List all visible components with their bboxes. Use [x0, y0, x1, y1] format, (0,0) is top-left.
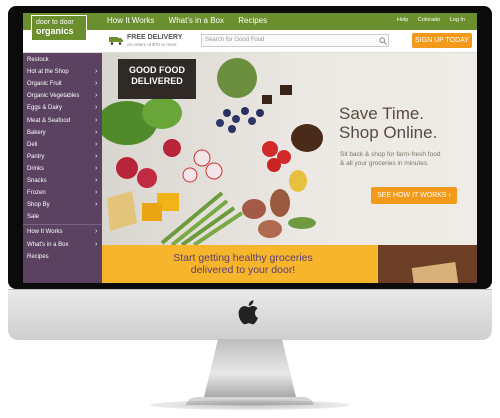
- nav-whats-in-a-box[interactable]: What's in a Box: [169, 16, 224, 25]
- sidebar-item[interactable]: Hot at the Shop: [27, 69, 69, 75]
- chevron-right-icon: ›: [95, 177, 98, 184]
- promo-text: Start getting healthy groceries delivere…: [123, 252, 363, 276]
- chevron-right-icon: ›: [95, 152, 98, 160]
- chevron-right-icon: ›: [95, 201, 98, 209]
- hero-title-line2: Shop Online.: [339, 123, 438, 142]
- chevron-right-icon: ›: [95, 104, 98, 112]
- sidebar-item[interactable]: What's in a Box: [27, 242, 69, 248]
- free-delivery-title: FREE DELIVERY: [127, 34, 183, 41]
- search-icon[interactable]: [379, 37, 387, 45]
- sidebar-divider: [23, 224, 102, 226]
- chevron-right-icon: ›: [95, 128, 98, 136]
- sidebar-item[interactable]: Eggs & Dairy: [27, 105, 62, 111]
- nav-how-it-works[interactable]: How It Works: [107, 16, 154, 25]
- chevron-right-icon: ›: [95, 164, 98, 172]
- hero-subtitle: Sit back & shop for farm-fresh food & al…: [340, 150, 470, 168]
- chevron-right-icon: ›: [95, 116, 98, 124]
- monitor-stand: [186, 339, 314, 405]
- promo-line1: Start getting healthy groceries: [173, 252, 313, 264]
- sidebar-item[interactable]: Bakery: [27, 130, 46, 136]
- hero-title: Save Time. Shop Online.: [339, 104, 437, 142]
- category-sidebar: Restock Hot at the Shop › Organic Fruit › Org…: [23, 53, 102, 283]
- sidebar-item[interactable]: How It Works: [27, 229, 63, 235]
- sidebar-item[interactable]: Restock: [27, 57, 49, 63]
- hero-sub-line1: Sit back & shop for farm-fresh food: [340, 151, 441, 158]
- logo-line2: organics: [36, 26, 74, 36]
- chevron-right-icon: ›: [95, 92, 98, 100]
- nav-recipes[interactable]: Recipes: [238, 16, 267, 25]
- good-food-delivered-badge: GOOD FOOD DELIVERED: [118, 59, 196, 99]
- region-selector[interactable]: Colorado: [418, 17, 440, 23]
- hero-sub-line2: & all your groceries in minutes.: [340, 160, 429, 167]
- see-how-it-works-button[interactable]: SEE HOW IT WORKS ›: [371, 187, 457, 204]
- sidebar-item[interactable]: Recipes: [27, 254, 49, 260]
- chevron-right-icon: ›: [95, 189, 98, 197]
- sidebar-item[interactable]: Organic Fruit: [27, 81, 62, 87]
- top-nav-links: How It Works What's in a Box Recipes: [107, 16, 279, 25]
- sidebar-item[interactable]: Sale: [27, 214, 39, 220]
- stand-shadow: [150, 400, 350, 410]
- chevron-right-icon: ›: [95, 80, 98, 88]
- help-link[interactable]: Help: [397, 17, 408, 23]
- promo-line2: delivered to your door!: [190, 264, 296, 276]
- search-input[interactable]: Search for Good Food: [201, 34, 389, 47]
- free-delivery-subtitle: on orders of $70 or more: [127, 42, 177, 47]
- sidebar-item[interactable]: Organic Vegetables: [27, 93, 79, 99]
- badge-line2: DELIVERED: [131, 76, 183, 86]
- sidebar-item[interactable]: Frozen: [27, 190, 46, 196]
- sidebar-item[interactable]: Meat & Seafood: [27, 118, 70, 124]
- sidebar-item[interactable]: Deli: [27, 142, 37, 148]
- badge-line1: GOOD FOOD: [129, 65, 185, 75]
- sign-up-button[interactable]: SIGN UP TODAY: [412, 33, 472, 48]
- chevron-right-icon: ›: [95, 68, 98, 76]
- see-how-label: SEE HOW IT WORKS: [377, 192, 447, 199]
- top-right-links: Help Colorado Log In: [389, 17, 465, 23]
- login-link[interactable]: Log In: [450, 17, 465, 23]
- chevron-right-icon: ›: [95, 140, 98, 148]
- chevron-right-icon: ›: [95, 228, 98, 236]
- site-logo[interactable]: door to door organics: [31, 15, 87, 41]
- apple-logo-icon: [238, 300, 258, 325]
- sidebar-item[interactable]: Snacks: [27, 178, 47, 184]
- sidebar-item[interactable]: Shop By: [27, 202, 50, 208]
- hero-title-line1: Save Time.: [339, 104, 425, 123]
- chevron-right-icon: ›: [95, 240, 98, 248]
- sidebar-item[interactable]: Drinks: [27, 166, 44, 172]
- sidebar-item[interactable]: Pantry: [27, 154, 44, 160]
- truck-icon: [109, 37, 123, 45]
- screen: door to door organics How It Works What'…: [23, 13, 477, 283]
